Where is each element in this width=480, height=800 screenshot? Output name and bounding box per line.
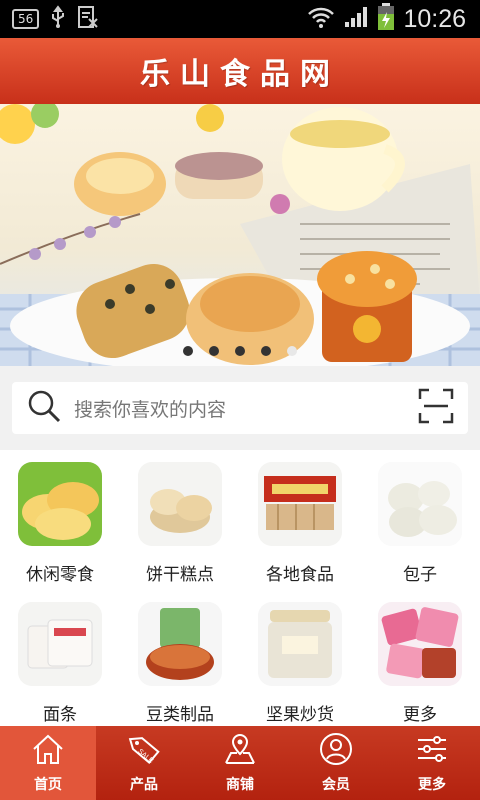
category-label: 休闲零食 — [26, 565, 94, 585]
search-input[interactable]: 搜索你喜欢的内容 — [74, 395, 418, 422]
noodles-thumb — [18, 602, 102, 686]
tab-member[interactable]: 会员 — [288, 726, 384, 800]
snacks-thumb — [18, 462, 102, 546]
search-bar[interactable]: 搜索你喜欢的内容 — [12, 382, 468, 434]
category-item-nuts[interactable]: 坚果炒货 — [240, 590, 360, 726]
notification-count-badge: 56 — [12, 9, 40, 29]
local-food-thumb — [258, 462, 342, 546]
signal-icon — [343, 5, 369, 33]
category-item-buns[interactable]: 包子 — [360, 450, 480, 590]
category-label: 豆类制品 — [146, 705, 214, 725]
category-item-more[interactable]: 更多 — [360, 590, 480, 726]
carousel-dot[interactable] — [209, 346, 219, 356]
sliders-icon — [415, 732, 449, 770]
carousel-indicator[interactable] — [0, 346, 480, 356]
status-bar: 56 10:26 — [0, 0, 480, 38]
category-label: 包子 — [403, 565, 437, 585]
banner-image — [0, 104, 480, 366]
wifi-icon — [307, 5, 335, 33]
category-item-pastry[interactable]: 饼干糕点 — [120, 450, 240, 590]
app-header: 乐山食品网 — [0, 38, 480, 104]
carousel-dot[interactable] — [235, 346, 245, 356]
carousel-dot[interactable] — [183, 346, 193, 356]
category-label: 面条 — [43, 705, 77, 725]
sale-tag-icon: SALE — [127, 732, 161, 770]
tab-products[interactable]: SALE 产品 — [96, 726, 192, 800]
tab-label: 更多 — [418, 777, 446, 793]
notification-icon — [77, 5, 99, 33]
tab-more[interactable]: 更多 — [384, 726, 480, 800]
nuts-thumb — [258, 602, 342, 686]
pastry-thumb — [138, 462, 222, 546]
category-label: 各地食品 — [266, 565, 334, 585]
battery-charging-icon — [377, 3, 395, 35]
scan-icon[interactable] — [418, 388, 454, 428]
tab-label: 首页 — [34, 777, 62, 793]
map-icon — [223, 732, 257, 770]
home-icon — [31, 732, 65, 770]
search-icon[interactable] — [26, 388, 62, 428]
tab-label: 商铺 — [226, 777, 254, 793]
bean-products-thumb — [138, 602, 222, 686]
banner-carousel[interactable] — [0, 104, 480, 366]
tab-label: 产品 — [130, 777, 158, 793]
carousel-dot[interactable] — [261, 346, 271, 356]
tab-home[interactable]: 首页 — [0, 726, 96, 800]
category-item-snacks[interactable]: 休闲零食 — [0, 450, 120, 590]
category-item-bean-products[interactable]: 豆类制品 — [120, 590, 240, 726]
category-grid: 休闲零食 饼干糕点 各地食品 包子 面条 豆类制品 坚果炒货 更多 — [0, 450, 480, 726]
category-label: 饼干糕点 — [146, 565, 214, 585]
category-label: 更多 — [403, 705, 437, 725]
category-label: 坚果炒货 — [266, 705, 334, 725]
usb-icon — [49, 5, 67, 33]
category-item-noodles[interactable]: 面条 — [0, 590, 120, 726]
buns-thumb — [378, 462, 462, 546]
clock: 10:26 — [403, 4, 466, 33]
page-title: 乐山食品网 — [140, 57, 340, 92]
more-thumb — [378, 602, 462, 686]
tab-label: 会员 — [322, 777, 350, 793]
carousel-dot-active[interactable] — [287, 346, 297, 356]
user-icon — [319, 732, 353, 770]
bottom-tab-bar: 首页 SALE 产品 商铺 会员 更多 — [0, 726, 480, 800]
category-item-local-food[interactable]: 各地食品 — [240, 450, 360, 590]
svg-text:SALE: SALE — [136, 748, 154, 765]
tab-shops[interactable]: 商铺 — [192, 726, 288, 800]
